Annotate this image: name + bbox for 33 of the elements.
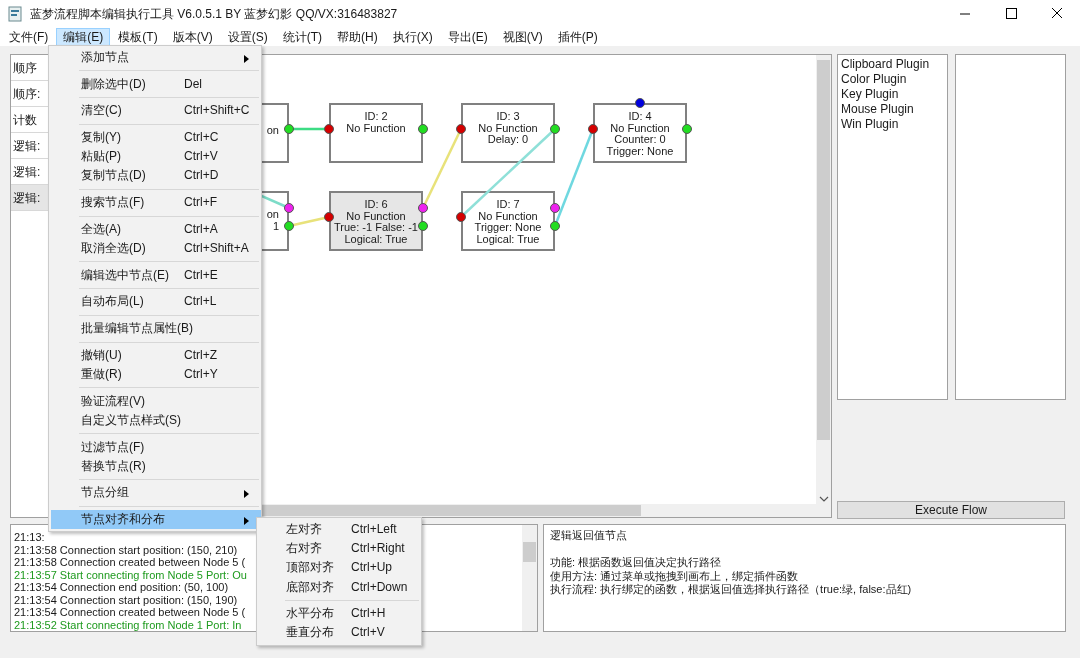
log-line: 21:13:54 Connection created between Node 5 ( bbox=[14, 606, 246, 619]
node-text: Counter: 0 bbox=[614, 134, 666, 146]
node-text: Delay: 0 bbox=[487, 134, 529, 146]
node-text: on bbox=[266, 125, 279, 137]
node-text: Trigger: None bbox=[606, 145, 674, 157]
node-text: No Function bbox=[346, 122, 406, 134]
log-line: 21:13:58 Connection created between Node 5 ( bbox=[14, 556, 246, 569]
node-text: True: -1 False: -1 bbox=[334, 222, 418, 234]
node-text: No Function bbox=[346, 210, 406, 222]
node-text: on bbox=[266, 209, 279, 221]
node-text: Logical: True bbox=[344, 233, 408, 245]
node-text: Logical: True bbox=[476, 233, 540, 245]
node-text: No Function bbox=[610, 122, 670, 134]
info-line: 执行流程: 执行绑定的函数，根据返回值选择执行路径（true:绿, false:品红) bbox=[550, 583, 913, 597]
log-line: 21:13:58 Connection start position: (150, 210) bbox=[14, 543, 238, 556]
info-line: 使用方法: 通过菜单或拖拽到画布上，绑定插件函数 bbox=[550, 569, 800, 583]
node-text: 1 bbox=[272, 220, 279, 232]
log-line: 21:13:54 Connection end position: (50, 100) bbox=[14, 581, 229, 594]
node-text: ID: 6 bbox=[364, 199, 388, 211]
node-text: No Function bbox=[478, 122, 538, 134]
node-text: No Function bbox=[478, 210, 538, 222]
node-text: ID: 4 bbox=[628, 111, 652, 123]
node-text: ID: 2 bbox=[364, 111, 388, 123]
log-line: 21:13: bbox=[14, 531, 45, 544]
log-line: 21:13:54 Connection start position: (150, 190) bbox=[14, 593, 238, 606]
window-title: 蓝梦流程脚本编辑执行工具 V6.0.5.1 BY 蓝梦幻影 QQ/VX:316483827 bbox=[30, 6, 398, 23]
node-text: Trigger: None bbox=[474, 222, 542, 234]
info-title: 逻辑返回值节点 bbox=[550, 529, 628, 543]
node-text: ID: 7 bbox=[496, 199, 520, 211]
log-line: 21:13:57 Start connecting from Node 5 Port: Ou bbox=[14, 568, 247, 581]
log-line: 21:13:52 Start connecting from Node 1 Port: In bbox=[14, 618, 242, 631]
node-text: ID: 3 bbox=[496, 111, 520, 123]
info-line: 功能: 根据函数返回值决定执行路径 bbox=[550, 556, 723, 570]
